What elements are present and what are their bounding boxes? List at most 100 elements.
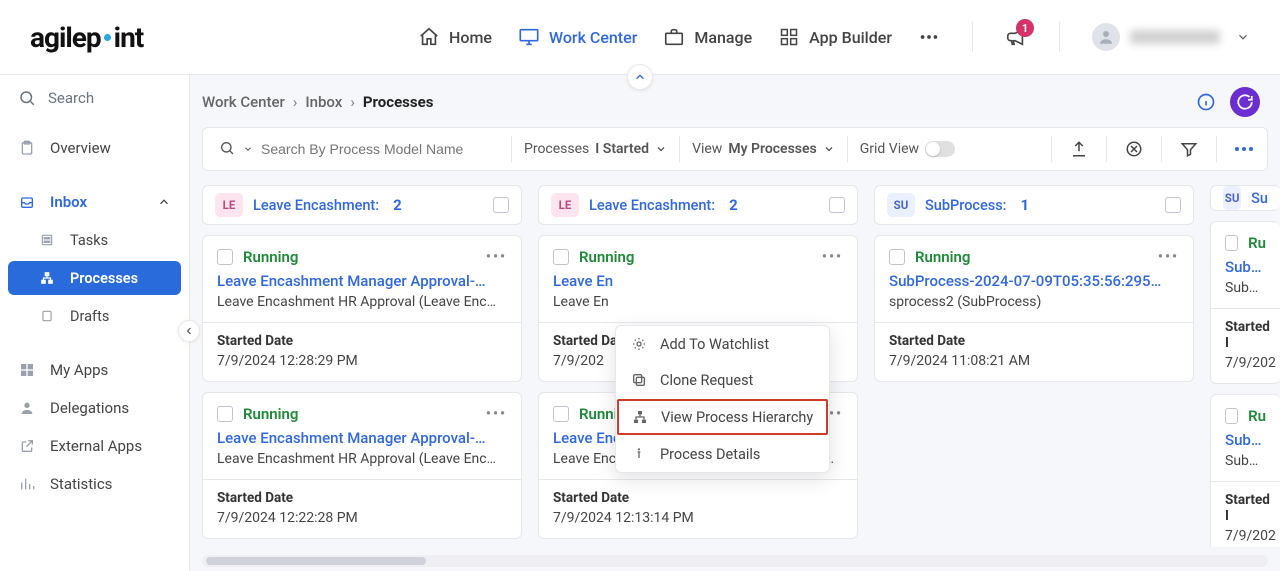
main: Work Center › Inbox › Processes bbox=[190, 75, 1280, 571]
chevron-down-icon bbox=[243, 144, 253, 154]
nav-work-center[interactable]: Work Center bbox=[518, 26, 637, 48]
column-pill: SU bbox=[1223, 186, 1241, 210]
logo: agilepint bbox=[30, 21, 143, 54]
process-link[interactable]: Leave Encashment Manager Approval-… bbox=[217, 429, 507, 447]
more-horizontal-icon bbox=[1235, 147, 1253, 151]
sidebar-item-tasks[interactable]: Tasks bbox=[8, 223, 181, 257]
sidebar-search[interactable]: Search bbox=[0, 75, 189, 121]
breadcrumb-inbox[interactable]: Inbox bbox=[305, 93, 342, 111]
card-checkbox[interactable] bbox=[889, 249, 905, 265]
started-date-label: Started I bbox=[1225, 492, 1266, 524]
filter-value-b: My Processes bbox=[728, 141, 816, 157]
nav-home[interactable]: Home bbox=[418, 26, 492, 48]
export-button[interactable] bbox=[1064, 134, 1094, 164]
refresh-button[interactable] bbox=[1230, 87, 1260, 117]
info-icon bbox=[630, 445, 648, 463]
context-menu: Add To Watchlist Clone Request View Proc… bbox=[615, 325, 830, 473]
column-title[interactable]: SubProcess: bbox=[925, 197, 1007, 214]
card-menu-button[interactable]: ••• bbox=[1158, 249, 1179, 265]
toolbar-search[interactable] bbox=[211, 140, 499, 158]
card-menu-button[interactable]: ••• bbox=[486, 406, 507, 422]
user-name bbox=[1130, 30, 1220, 44]
filter-label-b: View bbox=[692, 141, 722, 157]
more-options-button[interactable] bbox=[1229, 134, 1259, 164]
sidebar: Search Overview Inbox bbox=[0, 75, 190, 571]
search-input[interactable] bbox=[259, 140, 499, 158]
filter-view[interactable]: View My Processes bbox=[692, 141, 835, 157]
column-leave-encashment-1: LE Leave Encashment: 2 Running ••• Leave… bbox=[202, 185, 522, 547]
nav-app-builder[interactable]: App Builder bbox=[778, 26, 892, 48]
sidebar-item-statistics[interactable]: Statistics bbox=[8, 467, 181, 501]
menu-view-hierarchy[interactable]: View Process Hierarchy bbox=[617, 399, 828, 435]
breadcrumb-work-center[interactable]: Work Center bbox=[202, 93, 285, 111]
sidebar-item-delegations[interactable]: Delegations bbox=[8, 391, 181, 425]
menu-label: Clone Request bbox=[660, 372, 753, 389]
chevron-down-icon bbox=[1236, 30, 1250, 44]
breadcrumb-sep: › bbox=[350, 93, 355, 111]
column-title[interactable]: Leave Encashment: bbox=[253, 197, 379, 214]
sidebar-item-overview[interactable]: Overview bbox=[8, 131, 181, 165]
process-subtitle: Leave Encashment HR Approval (Leave Enc… bbox=[217, 451, 507, 467]
nav-manage[interactable]: Manage bbox=[663, 26, 752, 48]
sidebar-item-drafts[interactable]: Drafts bbox=[8, 299, 181, 333]
process-link[interactable]: Leave Encashment Manager Approval-… bbox=[217, 272, 507, 290]
filter-button[interactable] bbox=[1174, 134, 1204, 164]
menu-process-details[interactable]: Process Details bbox=[616, 436, 829, 472]
started-date-value: 7/9/2024 12:22:28 PM bbox=[217, 510, 507, 526]
info-icon[interactable] bbox=[1196, 92, 1216, 112]
process-link[interactable]: SubProcess-2024-07-09T05:35:56:295… bbox=[889, 272, 1179, 290]
card-checkbox[interactable] bbox=[217, 249, 233, 265]
toggle-switch[interactable] bbox=[925, 141, 955, 157]
card-checkbox[interactable] bbox=[217, 406, 233, 422]
column-pill: LE bbox=[551, 193, 579, 217]
menu-clone-request[interactable]: Clone Request bbox=[616, 362, 829, 398]
grid-view-label: Grid View bbox=[860, 141, 919, 157]
clear-button[interactable] bbox=[1119, 134, 1149, 164]
breadcrumb-current: Processes bbox=[363, 93, 434, 111]
column-select-checkbox[interactable] bbox=[829, 197, 845, 213]
card-checkbox[interactable] bbox=[1225, 408, 1238, 424]
card-checkbox[interactable] bbox=[553, 249, 569, 265]
filter-value-a: I Started bbox=[595, 141, 649, 157]
started-date-label: Started Date bbox=[553, 490, 843, 506]
process-link[interactable]: Leave En bbox=[553, 272, 843, 290]
grid-view-toggle[interactable]: Grid View bbox=[860, 141, 955, 157]
nav-more[interactable] bbox=[918, 26, 940, 48]
watchlist-icon bbox=[630, 335, 648, 353]
process-link[interactable]: SubPro bbox=[1225, 258, 1266, 276]
tasks-icon bbox=[38, 231, 56, 249]
column-title[interactable]: Su bbox=[1251, 190, 1268, 207]
filter-processes[interactable]: Processes I Started bbox=[524, 141, 667, 157]
filter-label-a: Processes bbox=[524, 141, 589, 157]
horizontal-scrollbar[interactable] bbox=[202, 555, 1268, 567]
started-date-label: Started Date bbox=[217, 333, 507, 349]
column-title[interactable]: Leave Encashment: bbox=[589, 197, 715, 214]
drafts-icon bbox=[38, 307, 56, 325]
sidebar-my-apps-label: My Apps bbox=[50, 361, 108, 379]
card-checkbox[interactable] bbox=[553, 406, 569, 422]
monitor-icon bbox=[518, 26, 540, 48]
chevron-up-icon bbox=[157, 195, 171, 209]
user-menu[interactable] bbox=[1092, 23, 1250, 51]
column-select-checkbox[interactable] bbox=[1165, 197, 1181, 213]
collapse-sidebar-button[interactable] bbox=[178, 320, 200, 342]
sidebar-item-external-apps[interactable]: External Apps bbox=[8, 429, 181, 463]
sidebar-item-processes[interactable]: Processes bbox=[8, 261, 181, 295]
card-menu-button[interactable]: ••• bbox=[486, 249, 507, 265]
card-checkbox[interactable] bbox=[1225, 235, 1238, 251]
scrollbar-thumb[interactable] bbox=[206, 557, 426, 565]
status-badge: Ru bbox=[1248, 407, 1266, 425]
home-icon bbox=[418, 26, 440, 48]
process-subtitle: SubProc bbox=[1225, 453, 1266, 469]
process-link[interactable]: SubPro bbox=[1225, 431, 1266, 449]
column-header: LE Leave Encashment: 2 bbox=[202, 185, 522, 225]
collapse-header-button[interactable] bbox=[627, 64, 653, 90]
sidebar-item-inbox[interactable]: Inbox bbox=[8, 185, 181, 219]
menu-add-watchlist[interactable]: Add To Watchlist bbox=[616, 326, 829, 362]
notifications-button[interactable]: 1 bbox=[1005, 26, 1027, 48]
nav-app-builder-label: App Builder bbox=[809, 28, 892, 47]
column-select-checkbox[interactable] bbox=[493, 197, 509, 213]
card-menu-button[interactable]: ••• bbox=[822, 249, 843, 265]
sitemap-icon bbox=[38, 269, 56, 287]
sidebar-item-my-apps[interactable]: My Apps bbox=[8, 353, 181, 387]
